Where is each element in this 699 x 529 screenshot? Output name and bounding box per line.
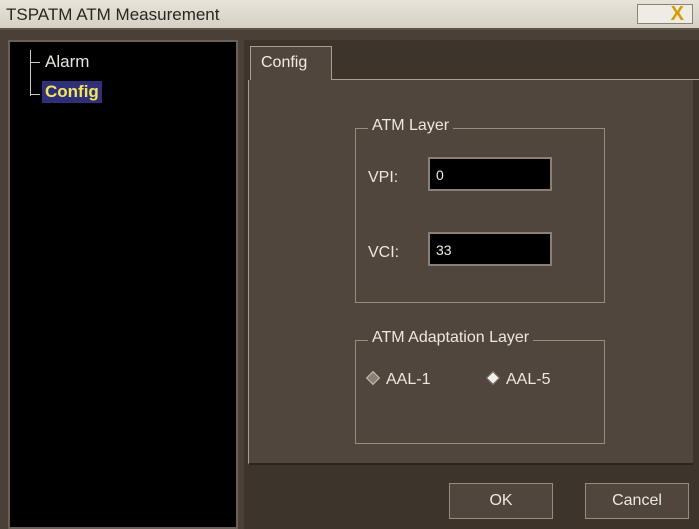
aal-group: ATM Adaptation Layer AAL-1 AAL-5 <box>355 329 605 444</box>
window-title: TSPATM ATM Measurement <box>6 5 220 24</box>
ok-button[interactable]: OK <box>449 483 553 519</box>
cancel-button[interactable]: Cancel <box>585 483 689 519</box>
title-bar: TSPATM ATM Measurement X <box>0 0 699 30</box>
tree-connector-line <box>30 94 40 95</box>
atm-layer-legend: ATM Layer <box>368 117 454 135</box>
tab-config[interactable]: Config <box>250 46 332 80</box>
vpi-input[interactable]: 0 <box>428 157 552 191</box>
atm-layer-group: ATM Layer VPI: 0 VCI: 33 <box>355 117 605 303</box>
vci-label: VCI: <box>368 244 400 261</box>
settings-panel: Config ATM Layer VPI: 0 VCI: 33 ATM Adap… <box>244 40 699 529</box>
aal5-label: AAL-5 <box>506 371 551 388</box>
aal1-radio[interactable]: AAL-1 <box>365 370 431 389</box>
tree-item-alarm[interactable]: Alarm <box>42 51 92 73</box>
aal1-label: AAL-1 <box>386 371 431 388</box>
config-content: ATM Layer VPI: 0 VCI: 33 ATM Adaptation … <box>248 80 693 465</box>
tree-connector-line <box>30 62 40 63</box>
close-icon: X <box>670 3 684 25</box>
navigation-tree: Alarm Config <box>8 40 238 529</box>
vci-input[interactable]: 33 <box>428 232 552 266</box>
aal5-radio[interactable]: AAL-5 <box>485 370 551 389</box>
tree-item-config[interactable]: Config <box>42 81 102 103</box>
radio-unselected-icon <box>365 370 381 385</box>
close-button[interactable]: X <box>637 3 693 25</box>
tab-label: Config <box>261 54 308 71</box>
tree-connector-line <box>30 50 31 96</box>
aal-legend: ATM Adaptation Layer <box>368 329 534 347</box>
vpi-label: VPI: <box>368 169 399 186</box>
radio-selected-icon <box>485 370 501 385</box>
